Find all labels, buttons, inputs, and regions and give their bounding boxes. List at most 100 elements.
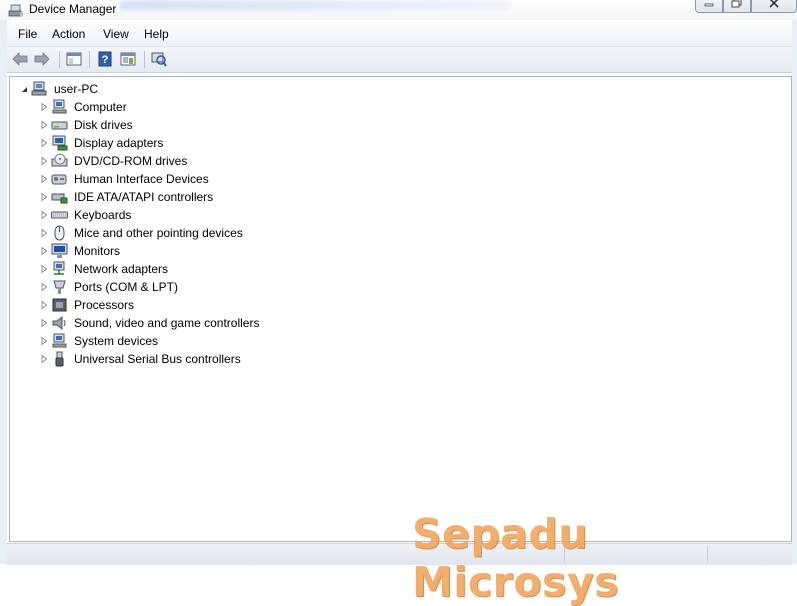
- expand-triangle-icon[interactable]: [39, 102, 49, 112]
- restore-icon: [731, 0, 742, 8]
- tree-item-sound-video-and-game-controllers[interactable]: Sound, video and game controllers: [39, 314, 259, 332]
- menu-view[interactable]: View: [103, 27, 129, 41]
- tree-item-label: IDE ATA/ATAPI controllers: [74, 190, 214, 204]
- properties-button[interactable]: [119, 50, 137, 68]
- tree-item-label: Processors: [74, 298, 135, 312]
- properties-icon: [120, 52, 136, 66]
- tree-item-system-devices[interactable]: System devices: [39, 332, 158, 350]
- tree-item-label: Human Interface Devices: [74, 172, 209, 186]
- menu-file[interactable]: File: [18, 27, 37, 41]
- expand-triangle-icon[interactable]: [39, 282, 49, 292]
- tree-item-universal-serial-bus-controllers[interactable]: Universal Serial Bus controllers: [39, 350, 241, 368]
- tree-item-ports-com-lpt[interactable]: Ports (COM & LPT): [39, 278, 178, 296]
- title-bar: Device Manager: [0, 0, 797, 20]
- show-hide-tree-icon: [66, 52, 82, 66]
- computer-icon: [52, 99, 67, 114]
- tree-item-dvd-cd-rom-drives[interactable]: DVD/CD-ROM drives: [39, 152, 187, 170]
- disk-drive-icon: [51, 121, 68, 130]
- processor-icon: [52, 298, 67, 312]
- expand-triangle-icon[interactable]: [39, 264, 49, 274]
- tree-item-ide-ata-atapi-controllers[interactable]: IDE ATA/ATAPI controllers: [39, 188, 213, 206]
- menu-action[interactable]: Action: [52, 27, 85, 41]
- tree-item-network-adapters[interactable]: Network adapters: [39, 260, 168, 278]
- tree-item-human-interface-devices[interactable]: Human Interface Devices: [39, 170, 209, 188]
- tree-item-label: Display adapters: [74, 136, 164, 150]
- scan-hardware-button[interactable]: [150, 50, 168, 68]
- toolbar: ?: [7, 47, 792, 73]
- tree-item-display-adapters[interactable]: Display adapters: [39, 134, 163, 152]
- minimize-icon: [704, 3, 714, 7]
- tree-item-label: Universal Serial Bus controllers: [74, 352, 241, 366]
- expand-triangle-icon[interactable]: [39, 228, 49, 238]
- tree-item-label: Computer: [74, 100, 127, 114]
- menu-help[interactable]: Help: [144, 27, 169, 41]
- maximize-button[interactable]: [723, 0, 751, 13]
- tree-item-disk-drives[interactable]: Disk drives: [39, 116, 133, 134]
- expand-triangle-icon[interactable]: [39, 120, 49, 130]
- window-frame-right: [792, 20, 797, 564]
- watermark: Sepadu Microsys: [412, 510, 620, 606]
- tree-root[interactable]: user-PC: [19, 80, 98, 98]
- blurred-title-text: [120, 0, 510, 10]
- keyboard-icon: [51, 211, 68, 219]
- expand-triangle-icon[interactable]: [39, 300, 49, 310]
- expand-triangle-icon[interactable]: [39, 318, 49, 328]
- minimize-button[interactable]: [695, 0, 723, 13]
- tree-item-monitors[interactable]: Monitors: [39, 242, 120, 260]
- window-title: Device Manager: [29, 2, 117, 16]
- tree-item-label: Monitors: [74, 244, 121, 258]
- collapse-triangle-icon[interactable]: [19, 84, 29, 94]
- expand-triangle-icon[interactable]: [39, 138, 49, 148]
- close-icon: [769, 0, 779, 8]
- usb-icon: [55, 351, 64, 367]
- monitor-icon: [51, 243, 68, 258]
- tree-item-label: Network adapters: [74, 262, 169, 276]
- expand-triangle-icon[interactable]: [39, 354, 49, 364]
- back-button[interactable]: [11, 50, 29, 68]
- tree-item-label: Disk drives: [74, 118, 133, 132]
- expand-triangle-icon[interactable]: [39, 246, 49, 256]
- tree-item-keyboards[interactable]: Keyboards: [39, 206, 131, 224]
- close-button[interactable]: [751, 0, 797, 13]
- toolbar-separator: [59, 51, 60, 68]
- help-button[interactable]: ?: [96, 50, 114, 68]
- hid-icon: [51, 174, 67, 185]
- computer-icon: [31, 81, 47, 96]
- dvd-drive-icon: [51, 153, 68, 167]
- svg-text:?: ?: [102, 54, 109, 66]
- show-hide-tree-button[interactable]: [65, 50, 83, 68]
- expand-triangle-icon[interactable]: [39, 174, 49, 184]
- tree-item-label: Ports (COM & LPT): [74, 280, 179, 294]
- speaker-icon: [52, 315, 66, 331]
- network-adapter-icon: [53, 261, 65, 275]
- back-arrow-icon: [12, 52, 28, 66]
- window-frame-left: [0, 20, 7, 564]
- expand-triangle-icon[interactable]: [39, 210, 49, 220]
- expand-triangle-icon[interactable]: [39, 156, 49, 166]
- device-tree: user-PC Computer Disk drives Display adapt…: [9, 76, 792, 542]
- tree-root-label: user-PC: [54, 82, 99, 96]
- tree-item-mice-and-other-pointing-devices[interactable]: Mice and other pointing devices: [39, 224, 243, 242]
- tree-item-label: Mice and other pointing devices: [74, 226, 243, 240]
- tree-item-label: Sound, video and game controllers: [74, 316, 260, 330]
- scan-hardware-icon: [151, 52, 167, 67]
- tree-item-processors[interactable]: Processors: [39, 296, 134, 314]
- menu-bar: File Action View Help: [7, 22, 792, 47]
- help-icon: ?: [98, 51, 112, 67]
- forward-button[interactable]: [33, 50, 51, 68]
- ide-controller-icon: [51, 193, 68, 204]
- tree-item-label: DVD/CD-ROM drives: [74, 154, 188, 168]
- display-adapter-icon: [52, 135, 68, 151]
- tree-item-label: Keyboards: [74, 208, 132, 222]
- tree-item-computer[interactable]: Computer: [39, 98, 127, 116]
- mouse-icon: [54, 225, 65, 241]
- port-icon: [53, 280, 66, 294]
- toolbar-separator: [144, 51, 145, 68]
- tree-item-label: System devices: [74, 334, 159, 348]
- expand-triangle-icon[interactable]: [39, 192, 49, 202]
- expand-triangle-icon[interactable]: [39, 336, 49, 346]
- device-manager-icon: [8, 4, 23, 17]
- forward-arrow-icon: [34, 52, 50, 66]
- toolbar-separator: [89, 51, 90, 68]
- system-device-icon: [52, 333, 67, 348]
